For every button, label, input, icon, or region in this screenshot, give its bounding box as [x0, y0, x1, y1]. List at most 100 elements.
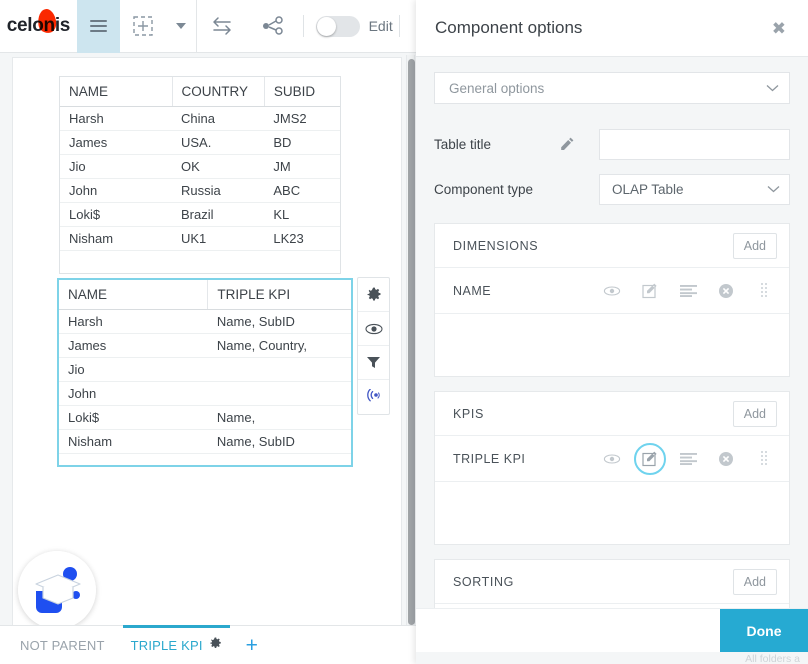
table-header-row: NAME TRIPLE KPI — [59, 280, 351, 310]
item-actions — [603, 450, 777, 468]
cell: Loki$ — [60, 202, 172, 227]
table-row[interactable]: Harsh China JMS2 — [60, 106, 340, 131]
add-kpi-button[interactable]: Add — [732, 400, 777, 427]
delete-icon[interactable] — [717, 450, 735, 468]
align-icon[interactable] — [679, 450, 697, 468]
done-button[interactable]: Done — [720, 609, 808, 652]
edit-icon[interactable] — [641, 450, 659, 468]
dimensions-empty-area — [435, 314, 789, 376]
cell: John — [60, 178, 172, 203]
swap-arrows-icon[interactable] — [197, 0, 248, 53]
table-row[interactable]: Jio — [59, 357, 351, 382]
eye-icon[interactable] — [358, 312, 389, 346]
delete-icon[interactable] — [717, 282, 735, 300]
dimension-item-name[interactable]: NAME — [435, 268, 789, 314]
celonis-logo[interactable]: celonis — [0, 0, 77, 53]
hamburger-icon[interactable] — [76, 0, 121, 53]
table-row[interactable]: James USA. BD — [60, 130, 340, 155]
table-2: NAME TRIPLE KPI Harsh Name, SubID James … — [59, 280, 351, 476]
cell: JMS2 — [264, 106, 340, 131]
eye-icon[interactable] — [603, 450, 621, 468]
cell: Jio — [60, 154, 172, 179]
gear-icon[interactable] — [209, 637, 222, 653]
kpi-item-triple-kpi[interactable]: TRIPLE KPI — [435, 436, 789, 482]
cell: Name, — [207, 405, 351, 430]
add-dimension-button[interactable]: Add — [732, 232, 777, 259]
broadcast-icon[interactable] — [358, 380, 389, 414]
toolbar-divider-2 — [303, 15, 305, 37]
column-header-subid[interactable]: SUBID — [264, 77, 340, 107]
vertical-scrollbar[interactable] — [406, 55, 415, 653]
cell: Name, Country, — [207, 333, 351, 358]
table-row[interactable]: James Name, Country, — [59, 333, 351, 358]
sorting-header: SORTING Add — [435, 560, 789, 604]
table-row[interactable]: John Russia ABC — [60, 178, 340, 203]
cell: ABC — [264, 178, 340, 203]
add-component-icon[interactable] — [120, 0, 166, 53]
kpis-card: KPIS Add TRIPLE KPI — [434, 391, 790, 545]
cell: Name, SubID — [207, 429, 351, 454]
toolbar-divider-3 — [398, 15, 400, 37]
table-row[interactable]: Jio OK JM — [60, 154, 340, 179]
panel-footer: Done — [416, 608, 808, 652]
cell: KL — [264, 202, 340, 227]
drag-handle-icon[interactable] — [755, 282, 773, 300]
add-sorting-button[interactable]: Add — [732, 568, 777, 595]
cell: LK23 — [264, 226, 340, 251]
table-row[interactable]: Nisham UK1 LK23 — [60, 226, 340, 251]
cell: Harsh — [60, 106, 172, 131]
cell: John — [59, 381, 208, 406]
cell: USA. — [172, 130, 265, 155]
column-header-country[interactable]: COUNTRY — [172, 77, 265, 107]
cell: Nisham — [59, 429, 208, 454]
edit-mode-toggle[interactable] — [316, 15, 360, 37]
component-type-select[interactable]: OLAP Table — [599, 173, 790, 205]
table-title-input[interactable] — [599, 128, 790, 160]
sidebar-item-not-parent[interactable]: NOT PARENT — [8, 626, 117, 664]
component-type-row: Component type OLAP Table — [434, 169, 790, 209]
table-row[interactable]: John — [59, 381, 351, 406]
table-row[interactable]: Loki$ Name, — [59, 405, 351, 430]
cell: BD — [264, 130, 340, 155]
item-label: TRIPLE KPI — [453, 451, 526, 466]
sheet-tab-bar: NOT PARENT TRIPLE KPI + — [0, 625, 425, 664]
close-icon[interactable]: ✖ — [772, 20, 786, 37]
column-header-triple-kpi[interactable]: TRIPLE KPI — [207, 280, 351, 310]
olap-table-not-parent[interactable]: NAME COUNTRY SUBID Harsh China JMS2 Jame… — [59, 76, 341, 274]
component-options-panel: Component options ✖ General options Tabl… — [416, 0, 808, 664]
column-header-name[interactable]: NAME — [59, 280, 209, 310]
add-sheet-button[interactable]: + — [236, 635, 268, 656]
general-options-select[interactable]: General options — [434, 72, 790, 104]
scrollbar-thumb[interactable] — [408, 59, 415, 625]
table-1: NAME COUNTRY SUBID Harsh China JMS2 Jame… — [60, 77, 340, 273]
select-value: General options — [449, 80, 545, 96]
canvas-area: NAME COUNTRY SUBID Harsh China JMS2 Jame… — [0, 53, 425, 625]
edit-icon[interactable] — [641, 282, 659, 300]
sidebar-item-triple-kpi[interactable]: TRIPLE KPI — [119, 625, 234, 664]
table-row[interactable]: Nisham Name, SubID — [59, 429, 351, 454]
pencil-icon[interactable] — [559, 136, 599, 152]
column-header-name[interactable]: NAME — [60, 77, 173, 107]
eye-icon[interactable] — [603, 282, 621, 300]
cell: Harsh — [59, 309, 208, 334]
section-title: KPIS — [453, 406, 484, 421]
toggle-knob — [317, 16, 337, 36]
academy-graduation-cap-icon[interactable] — [18, 551, 96, 625]
chevron-down-icon[interactable] — [166, 0, 196, 53]
share-nodes-icon[interactable] — [248, 0, 297, 53]
chevron-down-icon — [767, 186, 780, 193]
table-blank-row — [60, 251, 340, 273]
drag-handle-icon[interactable] — [755, 450, 773, 468]
logo-blob-icon — [36, 7, 58, 34]
table-row[interactable]: Harsh Name, SubID — [59, 309, 351, 334]
cell: Brazil — [172, 202, 265, 227]
olap-table-triple-kpi-selected[interactable]: NAME TRIPLE KPI Harsh Name, SubID James … — [57, 278, 353, 467]
dimensions-card: DIMENSIONS Add NAME — [434, 223, 790, 377]
align-icon[interactable] — [679, 282, 697, 300]
cell: JM — [264, 154, 340, 179]
table-row[interactable]: Loki$ Brazil KL — [60, 202, 340, 227]
gear-icon[interactable] — [358, 278, 389, 312]
filter-icon[interactable] — [358, 346, 389, 380]
tab-label: NOT PARENT — [20, 637, 105, 653]
item-label: NAME — [453, 283, 492, 298]
